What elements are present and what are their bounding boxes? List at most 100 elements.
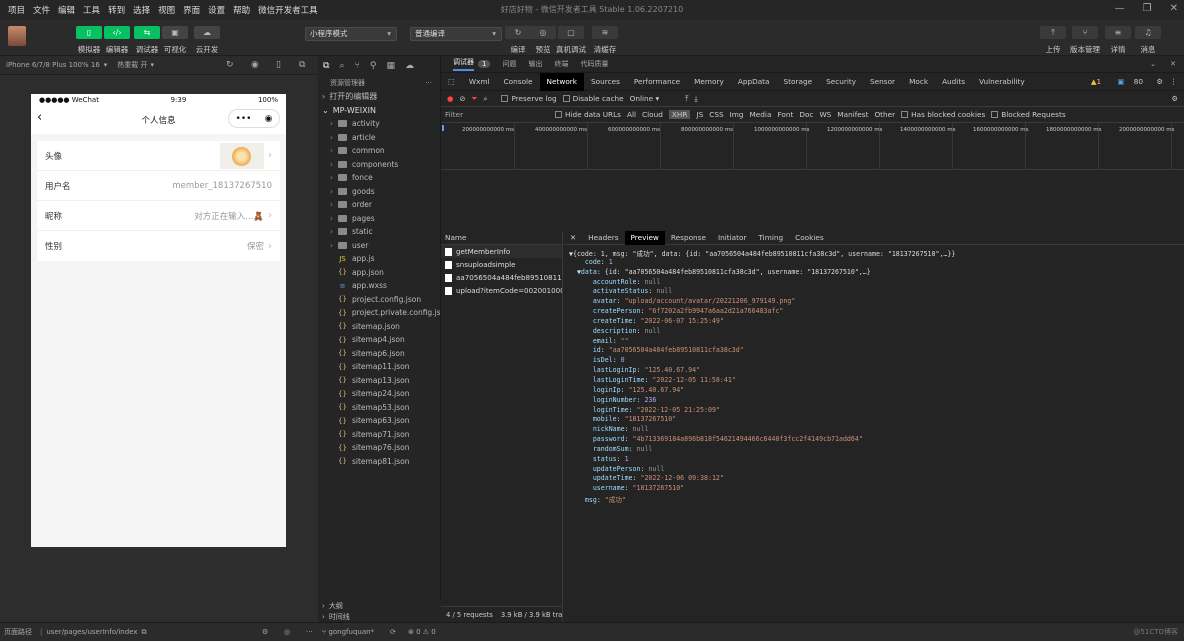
file-item[interactable]: {} sitemap13.json [318,374,440,388]
restore-icon[interactable]: ❐ [1143,3,1152,14]
detail-tab[interactable]: Cookies [789,231,830,245]
row-avatar[interactable]: 头像 › [37,141,280,171]
detail-tab[interactable]: Headers [582,231,624,245]
name-column-header[interactable]: Name [441,231,562,245]
export-icon[interactable]: ⤓ [694,94,697,104]
file-item[interactable]: ≡ app.wxss [318,279,440,293]
clear-icon[interactable]: ⊘ [459,94,465,103]
type-filter[interactable]: Media [750,110,772,119]
panel-tab[interactable]: Storage [777,73,820,91]
menu-item[interactable]: 项目 [8,4,25,16]
menu-item[interactable]: 视图 [158,4,175,16]
request-row[interactable]: upload?itemCode=002001000... [441,284,562,297]
file-item[interactable]: {} project.config.json [318,293,440,307]
row-username[interactable]: 用户名 member_18137267510 [37,171,280,201]
debug-icon[interactable]: ⚲ [370,61,377,71]
inspect-icon[interactable]: ⬚ [441,73,462,91]
toolbar-button[interactable]: ⑂ [1072,26,1098,39]
open-editors[interactable]: › 打开的编辑器 [318,90,440,104]
record-icon[interactable]: ◉ [251,60,259,70]
file-item[interactable]: {} sitemap24.json [318,387,440,401]
cloud-icon[interactable]: ☁ [405,61,414,71]
folder-item[interactable]: › goods [318,185,440,199]
devtools-tab[interactable]: 终端 [554,59,568,69]
detail-tab[interactable]: Response [665,231,712,245]
exit-icon[interactable]: ◉ [265,114,273,124]
panel-tab[interactable]: Audits [935,73,972,91]
type-filter[interactable]: CSS [709,110,723,119]
folder-item[interactable]: › user [318,239,440,253]
type-filter[interactable]: Other [874,110,895,119]
panel-tab[interactable]: Mock [902,73,935,91]
panel-tab[interactable]: Console [497,73,540,91]
outline-section[interactable]: › 大纲 [318,600,441,611]
preserve-log[interactable]: Preserve log [501,94,557,103]
mode-select[interactable]: 小程序模式 ▾ [305,27,397,41]
compile-select[interactable]: 普通编译 ▾ [410,27,502,41]
project-root[interactable]: ⌄ MP-WEIXIN [318,104,440,118]
refresh-icon[interactable]: ↻ [226,60,234,70]
throttle-select[interactable]: Online ▾ [630,94,660,103]
close-icon[interactable]: ✕ [564,231,582,245]
file-item[interactable]: {} sitemap6.json [318,347,440,361]
panel-tab[interactable]: Vulnerability [972,73,1032,91]
file-item[interactable]: {} sitemap53.json [318,401,440,415]
menu-item[interactable]: 选择 [133,4,150,16]
type-filter[interactable]: Font [777,110,793,119]
detail-tab[interactable]: Initiator [712,231,753,245]
layout-button[interactable]: ▣ [162,26,188,39]
devtools-tab[interactable]: 1 [478,60,491,68]
more-icon[interactable]: ••• [236,114,252,124]
record-icon[interactable]: ● [447,94,453,103]
folder-item[interactable]: › activity [318,117,440,131]
detail-tab[interactable]: Preview [624,230,665,245]
panel-tab[interactable]: Memory [687,73,731,91]
toolbar-button[interactable]: ⤒ [1040,26,1066,39]
folder-item[interactable]: › components [318,158,440,172]
file-item[interactable]: {} sitemap76.json [318,441,440,455]
menu-item[interactable]: 帮助 [233,4,250,16]
row-nickname[interactable]: 昵称 对方正在输入...🧸 › [37,201,280,231]
close-icon[interactable]: ✕ [1170,60,1176,68]
file-item[interactable]: {} project.private.config.js... [318,306,440,320]
kebab-icon[interactable]: ⋮ [1163,73,1184,91]
file-item[interactable]: {} sitemap4.json [318,333,440,347]
type-filter[interactable]: All [627,110,636,119]
timeline-section[interactable]: › 时间线 [318,611,441,622]
row-gender[interactable]: 性别 保密 › [37,231,280,261]
blocked-cookies[interactable]: Has blocked cookies [901,110,985,119]
toolbar-button[interactable]: ◎ [530,26,556,39]
folder-item[interactable]: › static [318,225,440,239]
filter-input[interactable]: Filter [445,110,549,119]
file-item[interactable]: {} app.json [318,266,440,280]
filter-icon[interactable]: ⏷ [472,94,478,104]
search-icon[interactable]: ⌕ [483,94,487,104]
cloud-button[interactable]: ☁ [194,26,220,39]
avatar[interactable] [8,26,26,46]
import-icon[interactable]: ⤒ [685,94,688,104]
minimize-icon[interactable]: — [1115,3,1125,14]
extensions-icon[interactable]: ▦ [386,61,395,71]
detail-tab[interactable]: Timing [752,231,789,245]
code-button[interactable]: ‹/› [104,26,130,39]
file-item[interactable]: {} sitemap.json [318,320,440,334]
menu-item[interactable]: 文件 [33,4,50,16]
request-row[interactable]: snsuploadsimple [441,258,562,271]
devtools-tab[interactable]: 输出 [528,59,542,69]
menu-item[interactable]: 设置 [208,4,225,16]
problems-count[interactable]: ⊗ 0 ⚠ 0 [408,628,436,636]
devtools-tab[interactable]: 代码质量 [580,59,608,69]
folder-item[interactable]: › article [318,131,440,145]
folder-item[interactable]: › common [318,144,440,158]
type-filter[interactable]: Img [730,110,744,119]
file-item[interactable]: {} sitemap63.json [318,414,440,428]
type-filter[interactable]: Manifest [837,110,868,119]
more-icon[interactable]: ··· [425,76,432,90]
phone-icon[interactable]: ▯ [276,60,281,70]
panel-tab[interactable]: Performance [627,73,687,91]
panel-tab[interactable]: AppData [731,73,777,91]
file-item[interactable]: {} sitemap11.json [318,360,440,374]
settings-icon[interactable]: ⚙ [262,628,268,636]
page-path[interactable]: user/pages/userInfo/index [46,628,137,636]
files-icon[interactable]: ⧉ [323,61,329,71]
